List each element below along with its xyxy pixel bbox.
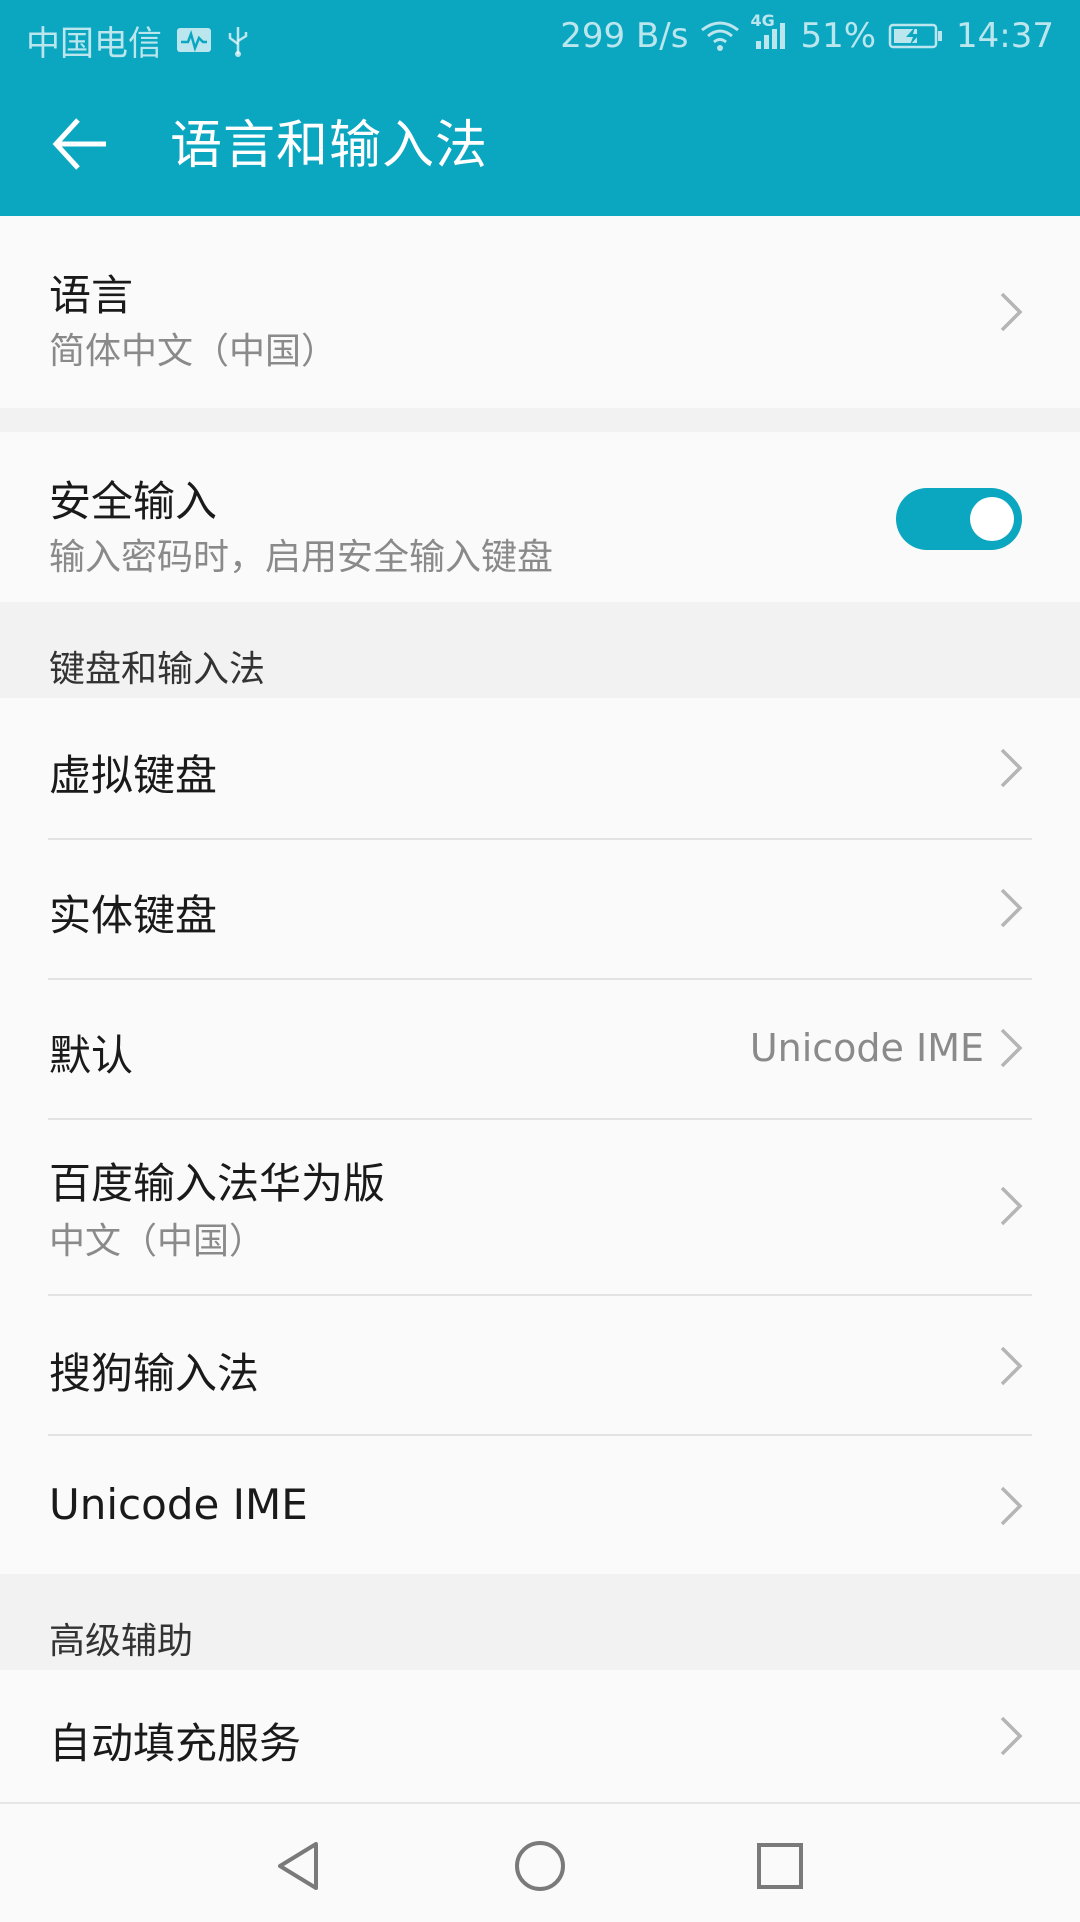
baidu-ime-row[interactable]: 百度输入法华为版 中文（中国） [0, 1120, 1080, 1294]
language-title: 语言 [49, 271, 134, 320]
chevron-right-icon [1000, 1486, 1023, 1526]
baidu-ime-subtitle: 中文（中国） [49, 1221, 266, 1262]
clock: 14:37 [956, 16, 1054, 56]
chevron-right-icon [1000, 1716, 1023, 1756]
chevron-right-icon [1000, 1028, 1023, 1068]
advanced-card: 自动填充服务 [0, 1670, 1080, 1802]
default-ime-title: 默认 [49, 1031, 134, 1080]
virtual-keyboard-title: 虚拟键盘 [49, 751, 218, 800]
secure-input-subtitle: 输入密码时，启用安全输入键盘 [49, 537, 554, 578]
nav-home-button[interactable] [500, 1826, 580, 1906]
usb-icon [226, 24, 250, 58]
autofill-service-row[interactable]: 自动填充服务 [0, 1670, 1080, 1802]
chevron-right-icon [1000, 292, 1023, 332]
network-type: 4G [750, 11, 775, 30]
signal-icon: 4G [750, 11, 788, 51]
unicode-ime-row[interactable]: Unicode IME [0, 1436, 1080, 1574]
language-row[interactable]: 语言 简体中文（中国） [0, 216, 1080, 408]
secure-input-row[interactable]: 安全输入 输入密码时，启用安全输入键盘 [0, 432, 1080, 602]
triangle-back-icon [278, 1842, 318, 1890]
physical-keyboard-title: 实体键盘 [49, 891, 218, 940]
back-button[interactable] [44, 110, 116, 182]
chevron-right-icon [1000, 888, 1023, 928]
default-ime-row[interactable]: 默认 Unicode IME [0, 980, 1080, 1118]
section-header-advanced: 高级辅助 [49, 1621, 194, 1662]
nav-recents-button[interactable] [740, 1826, 820, 1906]
section-header-keyboard: 键盘和输入法 [49, 649, 266, 690]
battery-charging-icon [888, 21, 944, 51]
wifi-icon [700, 20, 740, 52]
default-ime-value: Unicode IME [749, 1026, 984, 1070]
keyboard-card: 虚拟键盘 实体键盘 默认 Unicode IME 百度输入法华为版 中文（中国）… [0, 698, 1080, 1574]
virtual-keyboard-row[interactable]: 虚拟键盘 [0, 698, 1080, 838]
sogou-ime-title: 搜狗输入法 [49, 1349, 260, 1398]
sogou-ime-row[interactable]: 搜狗输入法 [0, 1296, 1080, 1434]
chevron-right-icon [1000, 748, 1023, 788]
secure-input-title: 安全输入 [49, 477, 218, 526]
chevron-right-icon [1000, 1346, 1023, 1386]
baidu-ime-title: 百度输入法华为版 [49, 1159, 386, 1208]
page-title: 语言和输入法 [170, 116, 489, 176]
toggle-knob [970, 497, 1014, 541]
activity-monitor-icon [176, 26, 212, 56]
nav-back-button[interactable] [260, 1826, 340, 1906]
navigation-bar [0, 1802, 1080, 1922]
app-bar: 语言和输入法 [0, 74, 1080, 216]
status-bar: 中国电信 299 B/s 4G 51% 14:37 [0, 0, 1080, 74]
secure-input-toggle[interactable] [896, 488, 1022, 550]
unicode-ime-title: Unicode IME [49, 1480, 308, 1529]
physical-keyboard-row[interactable]: 实体键盘 [0, 840, 1080, 978]
secure-input-card: 安全输入 输入密码时，启用安全输入键盘 [0, 432, 1080, 602]
language-card: 语言 简体中文（中国） [0, 216, 1080, 408]
net-speed: 299 B/s [560, 16, 689, 56]
chevron-right-icon [1000, 1186, 1023, 1226]
language-subtitle: 简体中文（中国） [49, 331, 338, 372]
battery-percent: 51% [800, 16, 877, 56]
autofill-service-title: 自动填充服务 [49, 1719, 302, 1768]
arrow-left-icon [50, 114, 110, 178]
carrier-label: 中国电信 [26, 24, 162, 64]
square-recents-icon [757, 1843, 803, 1889]
circle-home-icon [515, 1841, 565, 1891]
